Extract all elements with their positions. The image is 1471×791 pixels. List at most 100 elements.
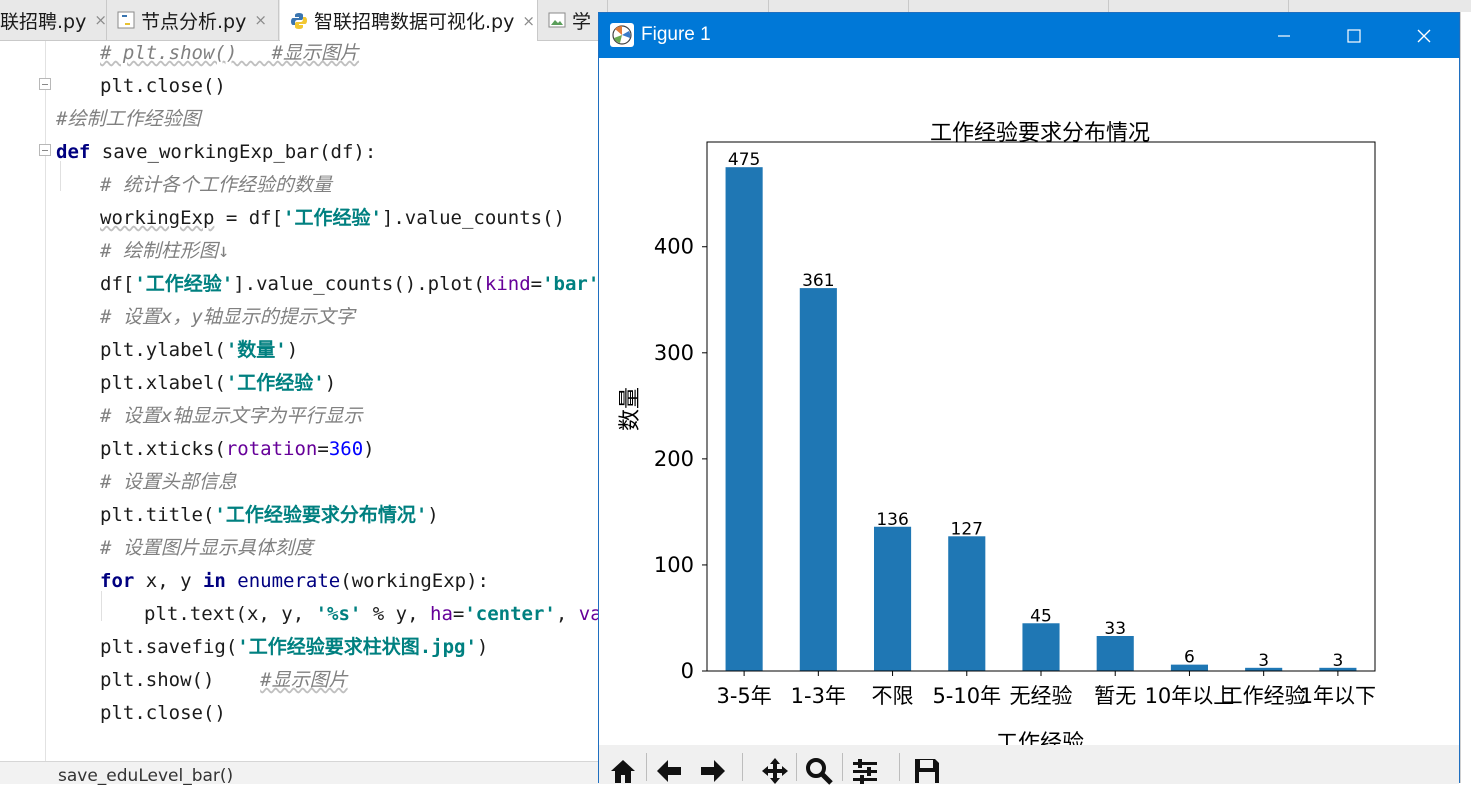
code-comment: #绘制工作经验图 — [56, 108, 201, 130]
x-tick-label: 不限 — [872, 684, 914, 708]
tab-data-visualization[interactable]: 智联招聘数据可视化.py × — [280, 0, 538, 41]
x-tick-label: 1年以下 — [1300, 684, 1376, 708]
code-text: ].value_counts().plot( — [233, 273, 485, 295]
x-tick-label: 工作经验 — [1222, 684, 1306, 708]
code-line: # plt.show() #显示图片 — [100, 37, 359, 69]
toolbar-separator — [842, 753, 843, 781]
y-axis: 0 100 200 300 400 — [654, 235, 707, 683]
code-text: plt.savefig( — [100, 636, 238, 658]
code-text: = — [317, 438, 329, 460]
code-line: plt.xlabel('工作经验') — [100, 367, 336, 399]
toolbar-separator — [899, 753, 900, 781]
back-icon — [657, 760, 681, 782]
bar — [725, 167, 763, 671]
tab-label: 联招聘.py — [0, 10, 87, 33]
code-string: '工作经验要求分布情况' — [214, 504, 428, 526]
python-file-icon — [291, 12, 307, 29]
x-tick-label: 1-3年 — [791, 684, 846, 708]
breadcrumb-function[interactable]: save_eduLevel_bar() — [58, 766, 233, 786]
code-text: % y, — [361, 603, 430, 625]
y-tick-label: 400 — [654, 235, 694, 259]
x-axis: 3-5年 1-3年 不限 5-10年 无经验 暂无 10年以上工作经验1年以下 — [716, 671, 1376, 708]
code-text: plt.title( — [100, 504, 215, 526]
code-text: ) — [476, 636, 489, 658]
tab-label: 学 — [572, 10, 592, 33]
pan-button[interactable] — [755, 751, 795, 791]
toolbar-separator — [646, 753, 647, 781]
code-text: x, y — [134, 570, 203, 592]
code-string: '工作经验' — [134, 273, 234, 295]
code-line: workingExp = df['工作经验'].value_counts() — [100, 202, 565, 234]
code-text: ) — [363, 438, 375, 460]
minimize-button[interactable] — [1249, 13, 1319, 58]
code-text: plt.close() — [100, 702, 226, 724]
python-file-icon — [117, 11, 135, 29]
tab-close-icon[interactable]: × — [94, 11, 106, 29]
tab-label: 节点分析.py — [141, 10, 247, 33]
fold-marker-icon[interactable] — [39, 144, 51, 156]
code-line: plt.show() #显示图片 — [100, 664, 348, 696]
code-text: df[ — [100, 273, 135, 295]
code-text: plt.show() — [100, 669, 261, 691]
code-comment: # 设置x轴显示文字为平行显示 — [100, 405, 363, 427]
code-keyword: in — [202, 570, 226, 592]
tab-node-analysis[interactable]: 节点分析.py × — [107, 0, 279, 40]
code-text: workingExp — [100, 207, 215, 229]
bar-value-label: 127 — [951, 519, 983, 539]
x-tick-label: 3-5年 — [716, 684, 771, 708]
tab-close-icon[interactable]: × — [254, 11, 267, 29]
code-line: #绘制工作经验图 — [56, 103, 200, 135]
code-string: '数量' — [225, 339, 287, 361]
maximize-button[interactable] — [1319, 13, 1389, 58]
bar — [1022, 623, 1060, 671]
back-button[interactable] — [649, 751, 689, 791]
bar — [874, 526, 912, 671]
code-editor[interactable]: # plt.show() #显示图片 plt.close() #绘制工作经验图 … — [0, 41, 602, 761]
bar-value-label: 45 — [1030, 606, 1052, 626]
save-button[interactable] — [907, 751, 947, 791]
tab-zhilian-zhaopin[interactable]: 联招聘.py × — [0, 0, 107, 40]
code-number: 360 — [328, 438, 364, 460]
forward-button[interactable] — [693, 751, 733, 791]
code-string: '%s' — [315, 603, 362, 625]
code-line: # 设置x，y轴显示的提示文字 — [100, 301, 355, 333]
matplotlib-logo-icon — [610, 23, 634, 47]
pan-icon — [762, 758, 788, 784]
x-tick-label: 无经验 — [1010, 684, 1073, 708]
x-tick-label: 暂无 — [1094, 684, 1136, 708]
code-keyword: def — [56, 141, 91, 163]
save-icon — [915, 759, 939, 783]
code-comment: # 绘制柱形图↓ — [100, 240, 230, 262]
code-text: plt.ylabel( — [100, 339, 226, 361]
home-button[interactable] — [603, 751, 643, 791]
image-file-icon — [548, 12, 566, 28]
code-line: plt.close() — [100, 70, 226, 102]
bar-value-label: 361 — [802, 271, 834, 291]
configure-icon — [853, 759, 877, 784]
close-button[interactable] — [1389, 13, 1459, 58]
y-tick-label: 200 — [654, 447, 694, 471]
maximize-icon — [1347, 28, 1361, 43]
code-line: plt.ylabel('数量') — [100, 334, 298, 366]
toolbar-separator — [796, 753, 797, 781]
home-icon — [611, 760, 635, 783]
code-text: = — [452, 603, 465, 625]
zoom-button[interactable] — [799, 751, 839, 791]
code-argument: kind — [484, 273, 531, 295]
tab-close-icon[interactable]: × — [522, 12, 535, 30]
y-tick-label: 300 — [654, 341, 694, 365]
code-line: for x, y in enumerate(workingExp): — [100, 565, 489, 597]
bar-value-label: 136 — [876, 510, 908, 530]
y-tick-label: 0 — [681, 659, 694, 683]
close-icon — [1417, 29, 1431, 42]
code-text: (workingExp): — [340, 570, 489, 592]
configure-button[interactable] — [845, 751, 885, 791]
code-text: , — [555, 603, 579, 625]
minimize-icon — [1278, 34, 1290, 37]
code-line: plt.title('工作经验要求分布情况') — [100, 499, 439, 531]
fold-marker-icon[interactable] — [39, 78, 51, 90]
y-axis-label: 数量 — [618, 387, 643, 431]
figure-titlebar[interactable]: Figure 1 — [599, 13, 1459, 58]
zoom-icon — [806, 758, 833, 785]
code-line: df['工作经验'].value_counts().plot(kind='bar… — [100, 268, 599, 300]
